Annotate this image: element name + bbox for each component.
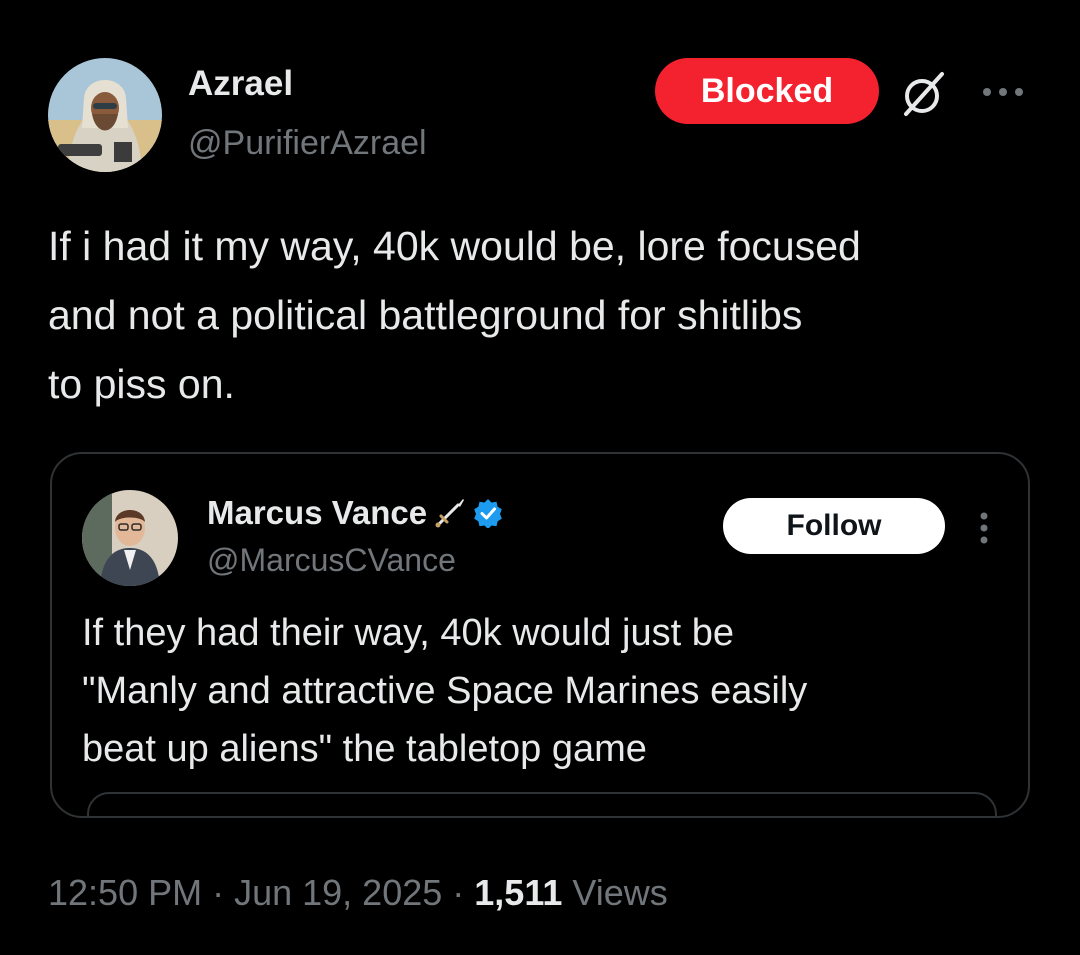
sword-icon: [433, 496, 467, 530]
meta-separator: ·: [202, 872, 235, 913]
author-avatar[interactable]: [48, 58, 162, 172]
quote-text: If they had their way, 40k would just be…: [82, 612, 808, 770]
post-text: If i had it my way, 40k would be, lore f…: [48, 223, 861, 407]
author-name[interactable]: Azrael: [188, 64, 293, 104]
post-date[interactable]: Jun 19, 2025: [234, 872, 442, 914]
views-label: Views: [562, 872, 668, 913]
quoted-post-card[interactable]: Marcus Vance @MarcusCVance Follow If the…: [50, 452, 1030, 818]
grok-icon[interactable]: [900, 70, 948, 118]
follow-button[interactable]: Follow: [723, 498, 945, 554]
author-handle[interactable]: @PurifierAzrael: [188, 124, 427, 163]
verified-badge-icon: [473, 498, 503, 529]
quote-author-handle[interactable]: @MarcusCVance: [207, 542, 456, 579]
quote-author-name[interactable]: Marcus Vance: [207, 494, 427, 532]
quote-author-avatar[interactable]: [82, 490, 178, 586]
quote-author-name-row[interactable]: Marcus Vance: [207, 494, 503, 532]
blocked-button[interactable]: Blocked: [655, 58, 879, 124]
more-icon[interactable]: [978, 80, 1028, 104]
post-meta: 12:50 PM · Jun 19, 2025 · 1,511 Views: [48, 872, 668, 914]
meta-separator: ·: [442, 872, 475, 913]
views-count: 1,511: [474, 872, 563, 913]
quote-more-icon[interactable]: [976, 510, 992, 546]
quote-embedded-card[interactable]: [87, 792, 997, 816]
post-time[interactable]: 12:50 PM: [48, 872, 202, 914]
